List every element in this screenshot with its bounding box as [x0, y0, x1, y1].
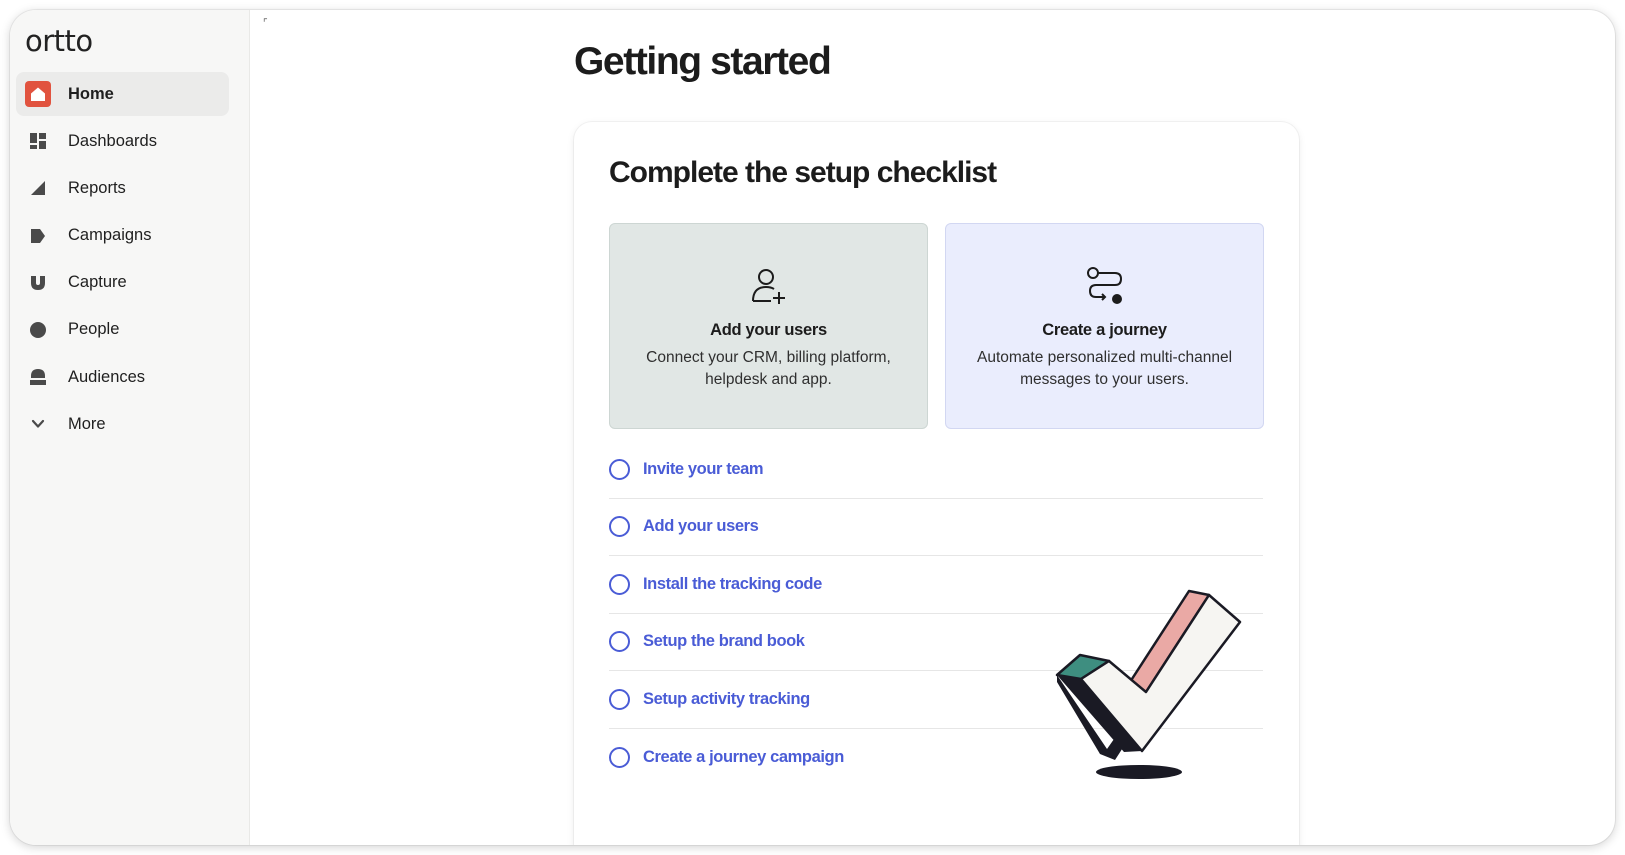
card-title: Complete the setup checklist [609, 156, 997, 189]
sidebar-item-more[interactable]: More [16, 402, 229, 446]
sidebar-nav: Home Dashboards Reports Campaigns Captur… [16, 72, 229, 450]
checkbox-circle-icon[interactable] [609, 631, 630, 653]
sidebar-item-reports[interactable]: Reports [16, 166, 229, 210]
checkbox-circle-icon[interactable] [609, 688, 630, 710]
home-icon [25, 81, 51, 107]
checklist-item-invite-team[interactable]: Invite your team [609, 441, 1263, 499]
tile-title: Add your users [710, 321, 827, 339]
checkbox-circle-icon[interactable] [609, 516, 630, 538]
people-icon [25, 317, 51, 343]
sidebar-item-campaigns[interactable]: Campaigns [16, 214, 229, 258]
setup-checklist-card: Complete the setup checklist Add your us… [574, 122, 1299, 845]
checklist-item-label[interactable]: Setup the brand book [643, 632, 805, 651]
checkbox-circle-icon[interactable] [609, 746, 630, 768]
checkmark-illustration-icon [1055, 589, 1242, 779]
add-user-icon [751, 269, 785, 304]
sidebar-item-label: People [68, 320, 120, 339]
sidebar-item-label: Audiences [68, 367, 146, 386]
ortto-logo[interactable]: ortto [25, 24, 93, 58]
tile-description: Connect your CRM, billing platform, help… [646, 349, 891, 388]
reports-icon [25, 175, 51, 201]
sidebar-item-label: Campaigns [68, 226, 152, 245]
sidebar-item-label: Home [68, 84, 114, 103]
page-title: Getting started [574, 40, 832, 83]
checklist-item-add-users[interactable]: Add your users [609, 499, 1263, 556]
sidebar-item-dashboards[interactable]: Dashboards [16, 119, 229, 163]
checklist-item-label[interactable]: Setup activity tracking [643, 690, 810, 709]
checklist-item-label[interactable]: Create a journey campaign [643, 748, 844, 767]
campaigns-icon [25, 223, 51, 249]
audiences-icon [25, 364, 51, 390]
checklist-item-label[interactable]: Invite your team [643, 460, 764, 479]
sidebar-item-people[interactable]: People [16, 308, 229, 352]
journey-icon [1086, 267, 1122, 304]
checklist-item-label[interactable]: Add your users [643, 517, 759, 536]
tile-description: Automate personalized multi-channel mess… [976, 349, 1233, 388]
capture-icon [25, 270, 51, 296]
sidebar-item-home[interactable]: Home [16, 72, 229, 116]
chevron-down-icon [25, 411, 51, 437]
app-window: ortto Home Dashboards Reports Campaigns … [10, 10, 1615, 845]
sidebar-item-label: Reports [68, 178, 126, 197]
tile-title: Create a journey [1042, 321, 1167, 339]
create-journey-tile[interactable]: Create a journey Automate personalized m… [945, 223, 1264, 429]
sidebar-item-label: Dashboards [68, 131, 157, 150]
sidebar-item-label: More [68, 414, 106, 433]
sidebar-item-label: Capture [68, 273, 127, 292]
checkbox-circle-icon[interactable] [609, 458, 630, 480]
dashboards-icon [25, 128, 51, 154]
resize-corner-icon: ⌜ [263, 18, 268, 29]
add-users-tile[interactable]: Add your users Connect your CRM, billing… [609, 223, 928, 429]
checklist-item-label[interactable]: Install the tracking code [643, 575, 822, 594]
main-content: ⌜ Getting started Complete the setup che… [251, 10, 1615, 845]
sidebar-item-capture[interactable]: Capture [16, 261, 229, 305]
sidebar-item-audiences[interactable]: Audiences [16, 355, 229, 399]
sidebar: ortto Home Dashboards Reports Campaigns … [10, 10, 250, 845]
checkbox-circle-icon[interactable] [609, 573, 630, 595]
